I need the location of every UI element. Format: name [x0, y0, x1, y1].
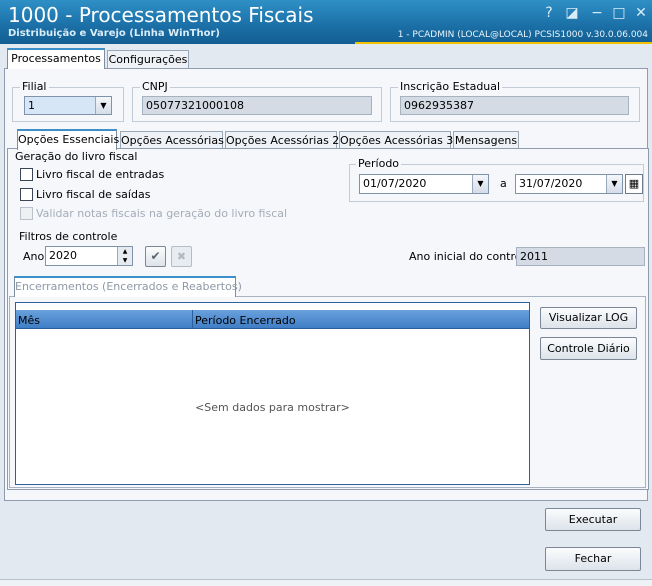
status-bar: [0, 579, 652, 586]
chevron-down-icon[interactable]: ▼: [606, 175, 622, 193]
calendar-icon[interactable]: ▦: [625, 174, 643, 194]
column-periodo-encerrado[interactable]: Período Encerrado: [195, 314, 296, 327]
column-mes[interactable]: Mês: [18, 314, 40, 327]
validar-checkbox[interactable]: [20, 207, 33, 220]
cnpj-label: CNPJ: [140, 80, 170, 93]
grid-empty-text: <Sem dados para mostrar>: [195, 401, 350, 414]
geracao-label: Geração do livro fiscal: [15, 150, 138, 163]
stepper-up-icon[interactable]: ▲: [117, 247, 132, 256]
minimize-icon[interactable]: −: [588, 4, 606, 22]
close-icon[interactable]: ✕: [632, 4, 650, 22]
executar-button[interactable]: Executar: [545, 508, 641, 531]
visualizar-log-button[interactable]: Visualizar LOG: [540, 307, 637, 329]
periodo-start-value: 01/07/2020: [363, 177, 427, 190]
stepper-down-icon[interactable]: ▼: [117, 256, 132, 265]
tab-opcoes-essenciais[interactable]: Opções Essenciais: [17, 129, 119, 150]
window-title: 1000 - Processamentos Fiscais: [8, 3, 314, 27]
tab-encerramentos[interactable]: Encerramentos (Encerrados e Reabertos): [14, 276, 242, 297]
validar-label: Validar notas fiscais na geração do livr…: [36, 207, 288, 220]
entradas-checkbox[interactable]: [20, 168, 33, 181]
chevron-down-icon[interactable]: ▼: [472, 175, 488, 193]
confirm-icon[interactable]: ✔: [145, 246, 166, 267]
controle-diario-button[interactable]: Controle Diário: [540, 337, 637, 360]
filtros-label: Filtros de controle: [19, 230, 118, 243]
encerramentos-grid[interactable]: [15, 302, 530, 485]
periodo-start-input[interactable]: 01/07/2020: [359, 174, 489, 194]
inscricao-label: Inscrição Estadual: [398, 80, 503, 93]
maximize-icon[interactable]: □: [610, 4, 628, 22]
help-icon[interactable]: ?: [540, 4, 558, 22]
periodo-end-value: 31/07/2020: [519, 177, 583, 190]
title-bar: 1000 - Processamentos Fiscais Distribuiç…: [0, 0, 652, 44]
cnpj-field: 05077321000108: [142, 96, 372, 115]
saidas-checkbox[interactable]: [20, 188, 33, 201]
window-subtitle: Distribuição e Varejo (Linha WinThor): [8, 28, 220, 39]
ano-inicial-field: 2011: [516, 247, 645, 266]
ano-inicial-label: Ano inicial do controle: [409, 250, 532, 263]
inscricao-field: 0962935387: [400, 96, 629, 115]
cancel-icon[interactable]: ✖: [171, 246, 192, 267]
filial-label: Filial: [20, 80, 49, 93]
filial-value: 1: [28, 99, 35, 112]
ano-label: Ano: [23, 250, 45, 263]
restore-layout-icon[interactable]: ◪: [563, 4, 581, 22]
saidas-label: Livro fiscal de saídas: [36, 188, 151, 201]
column-divider: [192, 310, 193, 329]
ano-value: 2020: [49, 249, 77, 262]
session-underline: [355, 42, 652, 44]
tab-configuracoes[interactable]: Configurações: [107, 50, 189, 69]
periodo-label: Período: [356, 157, 402, 170]
session-info: 1 - PCADMIN (LOCAL@LOCAL) PCSIS1000 v.30…: [397, 30, 648, 40]
fechar-button[interactable]: Fechar: [545, 547, 641, 571]
entradas-label: Livro fiscal de entradas: [36, 168, 165, 181]
periodo-separator: a: [500, 177, 507, 190]
chevron-down-icon[interactable]: ▼: [95, 97, 111, 114]
tab-processamentos[interactable]: Processamentos: [7, 48, 105, 69]
